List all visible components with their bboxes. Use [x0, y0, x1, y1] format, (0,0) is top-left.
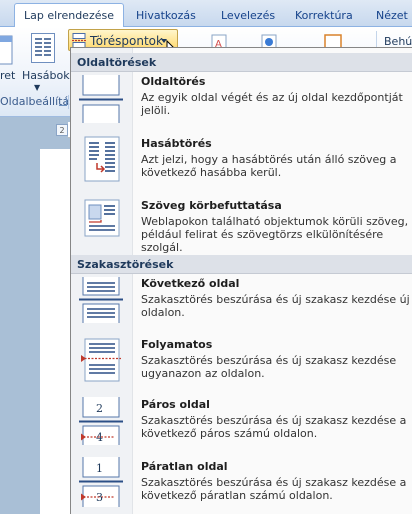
- page-break-icon: [79, 75, 123, 123]
- breaks-button-label: Töréspontok: [90, 34, 163, 48]
- tab-page-layout[interactable]: Lap elrendezése: [14, 3, 124, 28]
- odd-page-number-1: 1: [96, 462, 103, 475]
- menu-item-page-break[interactable]: Oldaltörés: [141, 75, 205, 88]
- margins-icon[interactable]: [0, 35, 14, 65]
- tab-review[interactable]: Korrektúra: [295, 9, 353, 22]
- menu-item-next-page[interactable]: Következő oldal: [141, 277, 239, 290]
- menu-item-continuous-desc: Szakasztörés beszúrása és új szakasz kez…: [141, 354, 397, 380]
- group-separator: [68, 95, 69, 109]
- menu-item-text-wrapping-desc: Weblapokon található objektumok körüli s…: [141, 215, 409, 254]
- column-break-icon: [84, 136, 120, 182]
- columns-button-label[interactable]: Hasábok: [22, 69, 70, 82]
- tab-mailings[interactable]: Levelezés: [221, 9, 275, 22]
- menu-item-continuous[interactable]: Folyamatos: [141, 338, 212, 351]
- margins-button-label[interactable]: ret: [0, 69, 15, 82]
- tab-references[interactable]: Hivatkozás: [136, 9, 196, 22]
- menu-item-even-page[interactable]: Páros oldal: [141, 398, 210, 411]
- columns-dropdown-arrow[interactable]: ▼: [34, 83, 40, 92]
- section-header-section-breaks: Szakasztörések: [71, 255, 412, 274]
- menu-item-odd-page-desc: Szakasztörés beszúrása és új szakasz kez…: [141, 476, 407, 502]
- menu-item-text-wrapping[interactable]: Szöveg körbefuttatása: [141, 199, 282, 212]
- tab-view[interactable]: Nézet: [376, 9, 408, 22]
- next-page-icon: [79, 277, 123, 323]
- ribbon-tab-bar: Lap elrendezése Hivatkozás Levelezés Kor…: [0, 0, 412, 28]
- text-wrapping-icon: [84, 199, 120, 237]
- breaks-icon: [72, 33, 87, 48]
- section-header-page-breaks: Oldaltörések: [71, 53, 412, 72]
- even-page-number-1: 2: [96, 402, 103, 415]
- columns-icon[interactable]: [31, 33, 55, 63]
- ruler-toggle[interactable]: 2: [56, 124, 68, 136]
- even-page-icon: 2 4: [79, 397, 123, 445]
- menu-item-column-break-desc: Azt jelzi, hogy a hasábtörés után álló s…: [141, 153, 397, 179]
- continuous-icon: [81, 338, 121, 382]
- menu-item-page-break-desc: Az egyik oldal végét és az új oldal kezd…: [141, 91, 403, 117]
- page-setup-dialog-launcher[interactable]: [59, 98, 67, 106]
- menu-item-odd-page[interactable]: Páratlan oldal: [141, 460, 228, 473]
- odd-page-number-2: 3: [96, 491, 103, 504]
- even-page-number-2: 4: [96, 431, 103, 444]
- menu-item-even-page-desc: Szakasztörés beszúrása és új szakasz kez…: [141, 414, 407, 440]
- breaks-dropdown-menu: Oldaltörések Oldaltörés Az egyik oldal v…: [70, 47, 412, 514]
- odd-page-icon: 1 3: [79, 457, 123, 507]
- menu-item-column-break[interactable]: Hasábtörés: [141, 137, 212, 150]
- menu-item-next-page-desc: Szakasztörés beszúrása és új szakasz kez…: [141, 293, 410, 319]
